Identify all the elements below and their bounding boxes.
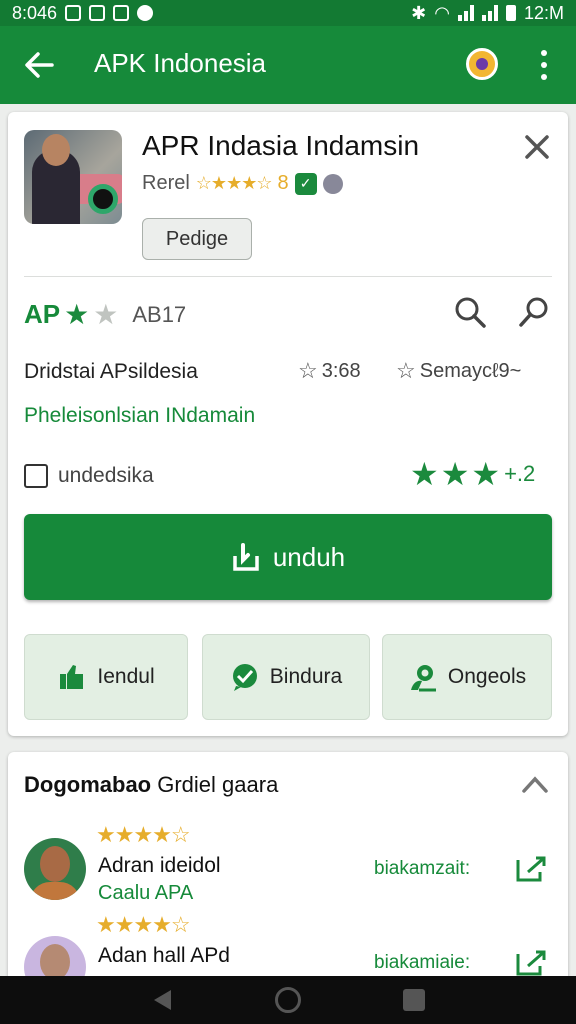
verified-badge-icon: ✓ (294, 172, 317, 195)
wifi-icon: ◠ (434, 2, 450, 23)
app-thumbnail (24, 130, 122, 224)
nav-back-icon[interactable] (151, 988, 173, 1012)
chat-icon (232, 664, 257, 691)
section-title-bold: Dogomabao (24, 772, 152, 797)
search-icon[interactable] (452, 294, 488, 330)
app-detail-card: APR Indasia Indamsin Rerel ☆★★★☆ 8 ✓ Ped… (8, 112, 568, 736)
download-icon (233, 543, 259, 571)
meta-label: Rerel (142, 172, 190, 194)
info-badge-icon (322, 173, 343, 194)
notification-icon (113, 5, 130, 21)
developer-link[interactable]: Pheleisonlsian INdamain (24, 404, 255, 428)
review-stars: ★★★★☆ (96, 912, 191, 937)
reviewer-name: Adan hall APd (98, 944, 230, 967)
star-filled-icon: ★ (440, 456, 470, 492)
user-group-icon (410, 665, 436, 692)
signal-icon (481, 5, 498, 21)
app-code: AB17 (132, 301, 187, 327)
checkbox-label: undedsika (58, 464, 154, 487)
reviewer-subtitle: Caalu APA (98, 882, 194, 904)
action-label: Iendul (97, 665, 155, 688)
action-label: Bindura (269, 665, 343, 688)
zoom-icon[interactable] (516, 294, 552, 330)
notification-icon (65, 5, 82, 21)
checkbox-row[interactable]: undedsika (24, 464, 154, 488)
reviews-card: Dogomabao Grdiel gaara ★★★★☆ Adran ideid… (8, 752, 568, 982)
review-item: ★★★★☆ Adan hall APd biakamiaie: (24, 912, 552, 982)
rating-number: 8 (277, 172, 289, 194)
summary-rating-row: AP ★ ★ AB17 (24, 298, 186, 331)
system-nav-bar (0, 976, 576, 1024)
more-options-icon[interactable] (534, 50, 554, 80)
close-icon[interactable] (522, 132, 552, 162)
status-time: 8:046 (12, 2, 58, 23)
star-filled-icon: ★ (410, 456, 439, 492)
chevron-up-icon[interactable] (520, 772, 550, 796)
star-empty-icon: ★ (93, 299, 119, 330)
rating-summary: ★ ★ ★ +.2 (410, 458, 535, 490)
status-clock: 12:M (523, 2, 564, 23)
battery-icon (505, 5, 516, 21)
share-icon[interactable] (514, 854, 550, 884)
notification-icon (89, 5, 106, 21)
share-icon[interactable] (514, 948, 550, 978)
stat-value: 3:68 (321, 359, 361, 382)
divider (24, 276, 552, 277)
action-button-3[interactable]: Ongeols (382, 634, 552, 720)
reviewer-name: Adran ideidol (98, 854, 221, 877)
ap-label: AP (24, 299, 61, 329)
status-bar: 8:046 ✱ ◠ 12:M (0, 0, 576, 26)
review-stars: ★★★★☆ (96, 822, 191, 847)
checkbox[interactable] (24, 464, 48, 488)
star-filled-icon: ★ (64, 299, 90, 330)
review-item: ★★★★☆ Adran ideidol Caalu APA biakamzait… (24, 822, 552, 912)
download-button[interactable]: unduh (24, 514, 552, 600)
star-outline-icon: ☆ (396, 358, 416, 383)
action-label: Ongeols (447, 665, 527, 688)
nav-home-icon[interactable] (275, 987, 301, 1013)
thumbs-up-icon (60, 665, 84, 689)
bluetooth-icon: ✱ (411, 2, 427, 23)
rating-value: +.2 (504, 461, 536, 486)
review-link[interactable]: biakamiaie: (374, 952, 470, 974)
app-meta-row: Rerel ☆★★★☆ 8 ✓ (142, 172, 343, 195)
download-label: unduh (272, 541, 346, 572)
app-bar: APK Indonesia (0, 26, 576, 104)
reviewer-avatar (24, 838, 86, 900)
account-avatar-icon[interactable] (466, 48, 498, 80)
star-outline-icon: ☆ (298, 358, 318, 383)
action-button-2[interactable]: Bindura (202, 634, 370, 720)
stat-value: Semaycℓ9~ (419, 359, 522, 382)
back-arrow-icon[interactable] (22, 48, 56, 82)
review-link[interactable]: biakamzait: (374, 858, 470, 880)
notification-icon (137, 5, 154, 21)
info-line: Dridstai APsildesia (24, 360, 198, 383)
app-name: APR Indasia Indamsin (142, 130, 420, 161)
signal-icon (457, 5, 474, 21)
tag-button[interactable]: Pedige (142, 218, 252, 260)
app-bar-title: APK Indonesia (94, 48, 267, 78)
stat-size: ☆ Semaycℓ9~ (396, 358, 521, 384)
nav-recents-icon[interactable] (403, 989, 425, 1011)
section-title-rest: Grdiel gaara (151, 772, 279, 797)
rating-stars: ☆★★★☆ (195, 173, 273, 193)
stat-downloads: ☆ 3:68 (298, 358, 361, 384)
star-filled-icon: ★ (471, 456, 501, 492)
action-button-1[interactable]: Iendul (24, 634, 188, 720)
reviews-section-title: Dogomabao Grdiel gaara (24, 772, 278, 798)
